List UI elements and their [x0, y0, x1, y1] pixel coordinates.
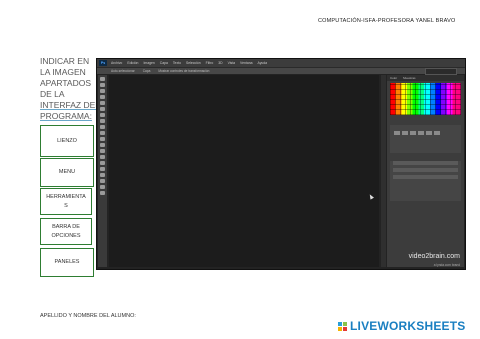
menu-item-texto: Texto: [172, 61, 181, 65]
menu-bar: Ps Archivo Edición Imagen Capa Texto Sel…: [97, 59, 465, 67]
answer-box-barra-de-opciones[interactable]: BARRA DE OPCIONES: [40, 218, 92, 245]
eraser-tool-icon: [100, 137, 105, 141]
answer-box-menu[interactable]: MENU: [40, 158, 94, 187]
search-field: [425, 68, 457, 75]
history-brush-tool-icon: [100, 131, 105, 135]
zoom-tool-icon: [100, 191, 105, 195]
adjustment-icon: [410, 131, 416, 135]
marquee-tool-icon: [100, 83, 105, 87]
brand-name: LIVEWORKSHEETS: [350, 319, 466, 333]
option-transform-controls: Mostrar controles de transformación: [158, 69, 210, 73]
panel-tabs: Color Muestras: [387, 75, 464, 81]
canvas-area: [109, 75, 379, 267]
adjustment-icon: [418, 131, 424, 135]
quick-select-tool-icon: [100, 95, 105, 99]
answer-box-herramientas[interactable]: HERRAMIENTAS: [40, 188, 92, 215]
adjustments-panel: [390, 125, 461, 153]
menu-item-seleccion: Selección: [185, 61, 201, 65]
watermark-subtitle: a lynda.com brand: [433, 263, 460, 267]
type-tool-icon: [100, 167, 105, 171]
photoshop-screenshot: Ps Archivo Edición Imagen Capa Texto Sel…: [96, 58, 466, 270]
layer-row: [393, 168, 458, 172]
menu-item-vista: Vista: [227, 61, 236, 65]
healing-tool-icon: [100, 113, 105, 117]
move-tool-icon: [100, 77, 105, 81]
menu-item-edicion: Edición: [127, 61, 139, 65]
menu-item-ayuda: Ayuda: [257, 61, 268, 65]
eyedropper-tool-icon: [100, 107, 105, 111]
menu-item-imagen: Imagen: [143, 61, 155, 65]
panel-dock: [381, 75, 386, 267]
watermark-title: video2brain.com: [408, 253, 460, 260]
tab-swatches: Muestras: [403, 76, 416, 80]
menu-item-archivo: Archivo: [111, 61, 123, 65]
mouse-cursor-icon: [368, 193, 374, 200]
adjustment-icon: [402, 131, 408, 135]
adjustment-icon: [426, 131, 432, 135]
path-select-tool-icon: [100, 173, 105, 177]
shape-tool-icon: [100, 179, 105, 183]
crop-tool-icon: [100, 101, 105, 105]
dodge-tool-icon: [100, 155, 105, 159]
menu-item-ventana: Ventana: [240, 61, 253, 65]
menu-item-3d: 3D: [218, 61, 223, 65]
photoshop-logo-icon: Ps: [99, 60, 107, 66]
hand-tool-icon: [100, 185, 105, 189]
adjustment-icon: [434, 131, 440, 135]
layers-panel: [390, 161, 461, 201]
answer-box-lienzo[interactable]: LIENZO: [40, 125, 94, 157]
worksheet-header: COMPUTACIÓN-ISFA-PROFESORA YANEL BRAVO: [318, 18, 456, 24]
panels-area: Color Muestras video2brain.com a lynda.c…: [387, 75, 464, 267]
pen-tool-icon: [100, 161, 105, 165]
tools-panel: [98, 75, 107, 267]
menu-item-filtro: Filtro: [205, 61, 214, 65]
adjustment-icon: [394, 131, 400, 135]
menu-item-capa: Capa: [159, 61, 168, 65]
options-bar: Auto-seleccionar Capa Mostrar controles …: [97, 67, 465, 74]
answer-box-paneles[interactable]: PANELES: [40, 248, 94, 277]
layer-row: [393, 175, 458, 179]
liveworksheets-brand: LIVEWORKSHEETS: [338, 319, 465, 333]
tab-color: Color: [390, 76, 398, 80]
lasso-tool-icon: [100, 89, 105, 93]
brush-tool-icon: [100, 119, 105, 123]
layer-row: [393, 161, 458, 165]
student-name-label: APELLIDO Y NOMBRE DEL ALUMNO:: [40, 313, 136, 319]
stamp-tool-icon: [100, 125, 105, 129]
option-auto-select: Auto-seleccionar: [111, 69, 135, 73]
gradient-tool-icon: [100, 143, 105, 147]
option-layer: Capa: [142, 69, 151, 73]
liveworksheets-logo-icon: [338, 321, 347, 331]
blur-tool-icon: [100, 149, 105, 153]
swatches-panel: [390, 83, 461, 115]
